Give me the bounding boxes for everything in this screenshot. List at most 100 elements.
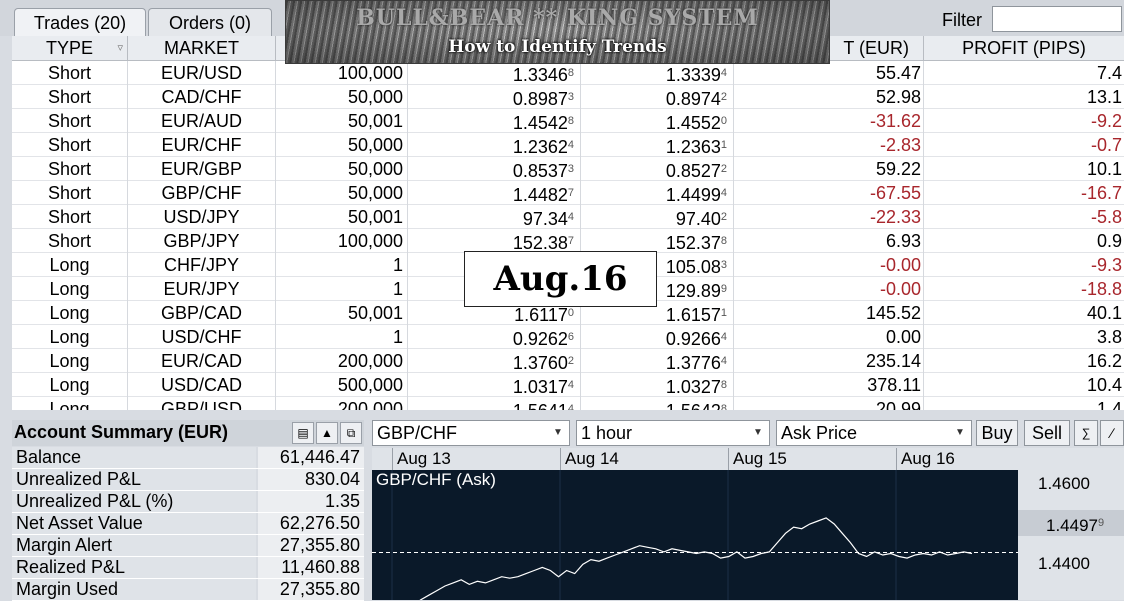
table-row[interactable]: Short EUR/GBP 50,000 0.85373 0.85272 59.22 10.… — [12, 157, 1124, 181]
cell-profit-pips: -9.3 — [1090, 255, 1122, 275]
cell-open-price: 1.56414 — [408, 397, 581, 410]
chart-type-icon[interactable]: ∑ — [1074, 420, 1098, 446]
cell-current-price: 1.45520 — [581, 109, 734, 133]
cell-market: USD/JPY — [128, 205, 276, 229]
cell-current-price-value: 1.3339 — [665, 65, 721, 85]
cell-open-price: 1.03174 — [408, 373, 581, 397]
cell-units: 200,000 — [276, 349, 408, 373]
sell-button[interactable]: Sell — [1024, 420, 1070, 446]
cell-current-price-pip-digit: 0 — [720, 115, 727, 127]
cell-current-price: 1.23631 — [581, 133, 734, 157]
account-row-label: Margin Used — [12, 579, 256, 600]
date-tick-label: Aug 16 — [896, 448, 955, 470]
cell-type: Long — [12, 373, 128, 397]
cell-market: EUR/CAD — [128, 349, 276, 373]
filter-label: Filter — [942, 10, 982, 30]
pair-select[interactable]: GBP/CHF ▼ — [372, 420, 570, 446]
account-row: Balance 61,446.47 — [12, 447, 364, 469]
table-row[interactable]: Short EUR/AUD 50,001 1.45428 1.45520 -31.62 -9… — [12, 109, 1124, 133]
price-tick-label: 1.4400 — [1038, 554, 1090, 573]
cell-units: 100,000 — [276, 229, 408, 253]
table-row[interactable]: Short EUR/CHF 50,000 1.23624 1.23631 -2.83 -0.… — [12, 133, 1124, 157]
cell-open-price-value: 0.8987 — [512, 89, 568, 109]
cell-profit-pips: 1.4 — [1096, 399, 1122, 410]
table-row[interactable]: Short GBP/CHF 50,000 1.44827 1.44994 -67.55 -1… — [12, 181, 1124, 205]
cell-open-price: 0.92626 — [408, 325, 581, 349]
account-row-value: 830.04 — [258, 469, 364, 490]
cell-type: Short — [12, 229, 128, 253]
table-row[interactable]: Long USD/CAD 500,000 1.03174 1.03278 378.11 10… — [12, 373, 1124, 397]
date-tick-label: Aug 14 — [560, 448, 619, 470]
cell-current-price-value: 97.40 — [675, 209, 721, 229]
table-row[interactable]: Long EUR/CAD 200,000 1.37602 1.37764 235.14 16… — [12, 349, 1124, 373]
buy-button[interactable]: Buy — [976, 420, 1018, 446]
interval-select[interactable]: 1 hour ▼ — [576, 420, 770, 446]
table-row[interactable]: Short CAD/CHF 50,000 0.89873 0.89742 52.98 13.… — [12, 85, 1124, 109]
table-row[interactable]: Long USD/CHF 1 0.92626 0.92664 0.00 3.8 — [12, 325, 1124, 349]
cell-open-price-pip-digit: 7 — [567, 187, 574, 199]
tab-orders[interactable]: Orders (0) — [148, 8, 272, 36]
cell-units: 1 — [276, 277, 408, 301]
cell-profit-pips: -18.8 — [1080, 279, 1122, 299]
cell-current-price-pip-digit: 8 — [720, 379, 727, 391]
cell-open-price-value: 97.34 — [522, 209, 568, 229]
cell-profit-pips: 7.4 — [1096, 63, 1122, 83]
account-row: Margin Alert 27,355.80 — [12, 535, 364, 557]
cell-profit-eur: -67.55 — [734, 181, 924, 205]
cell-current-price: 97.402 — [581, 205, 734, 229]
column-header-type[interactable]: TYPE ▿ — [12, 36, 128, 61]
filter-icon[interactable]: ▿ — [117, 36, 123, 61]
price-chart[interactable]: GBP/CHF (Ask) — [372, 470, 1018, 600]
column-header-label: TYPE — [45, 38, 93, 58]
cell-profit-pips: -9.2 — [1090, 111, 1122, 131]
table-row[interactable]: Short EUR/USD 100,000 1.33468 1.33394 55.47 7.… — [12, 61, 1124, 85]
price-type-select[interactable]: Ask Price ▼ — [776, 420, 972, 446]
cell-units: 50,000 — [276, 157, 408, 181]
cell-open-price-value: 1.5641 — [513, 401, 568, 410]
cell-market: GBP/CHF — [128, 181, 276, 205]
column-header-pips[interactable]: PROFIT (PIPS) — [924, 36, 1124, 61]
cell-current-price: 152.378 — [581, 229, 734, 253]
cell-current-price-pip-digit: 4 — [720, 187, 727, 199]
cell-market: CAD/CHF — [128, 85, 276, 109]
filter-input[interactable] — [992, 6, 1122, 32]
date-overlay: Aug.16 — [464, 251, 657, 307]
cell-units: 500,000 — [276, 373, 408, 397]
cell-type: Long — [12, 253, 128, 277]
table-row[interactable]: Short GBP/JPY 100,000 152.387 152.378 6.93 0.9 — [12, 229, 1124, 253]
cell-current-price-value: 105.08 — [665, 257, 721, 277]
cell-units: 50,000 — [276, 85, 408, 109]
cell-type: Short — [12, 205, 128, 229]
cell-open-price-value: 1.3760 — [512, 353, 568, 373]
table-row[interactable]: Short USD/JPY 50,001 97.344 97.402 -22.33 -5.8 — [12, 205, 1124, 229]
cell-profit-pips: 40.1 — [1086, 303, 1122, 323]
account-summary-title: Account Summary (EUR) — [14, 422, 229, 442]
cell-current-price: 0.85272 — [581, 157, 734, 181]
collapse-icon[interactable]: ▲ — [316, 422, 338, 444]
popout-icon[interactable]: ⧉ — [340, 422, 362, 444]
cell-open-price-pip-digit: 8 — [567, 67, 574, 79]
cell-current-price-value: 152.37 — [665, 233, 721, 253]
cell-open-price-value: 1.4542 — [512, 113, 568, 133]
cell-type: Short — [12, 181, 128, 205]
table-row[interactable]: LongGBP/USD200,0001.564141.5642820.991.4 — [12, 397, 1124, 410]
cell-profit-eur: -0.00 — [734, 253, 924, 277]
price-type-select-value: Ask Price — [781, 423, 858, 443]
cell-type: Long — [12, 349, 128, 373]
current-price-label: 1.44979 — [1018, 510, 1124, 536]
current-price-sup: 9 — [1098, 517, 1105, 529]
cell-market: EUR/GBP — [128, 157, 276, 181]
tab-trades[interactable]: Trades (20) — [14, 8, 146, 36]
cell-profit-eur: 52.98 — [734, 85, 924, 109]
cell-profit-eur: 0.00 — [734, 325, 924, 349]
cell-open-price-pip-digit: 4 — [567, 379, 574, 391]
cell-current-price-value: 1.3776 — [665, 353, 721, 373]
table-view-icon[interactable]: ▤ — [292, 422, 314, 444]
chevron-down-icon: ▼ — [753, 427, 763, 438]
column-header-market[interactable]: MARKET — [128, 36, 276, 61]
cell-current-price: 1.37764 — [581, 349, 734, 373]
cell-open-price-pip-digit: 4 — [567, 139, 574, 151]
draw-line-icon[interactable]: ∕ — [1100, 420, 1124, 446]
account-row-value: 61,446.47 — [258, 447, 364, 468]
account-row-value: 11,460.88 — [258, 557, 364, 578]
